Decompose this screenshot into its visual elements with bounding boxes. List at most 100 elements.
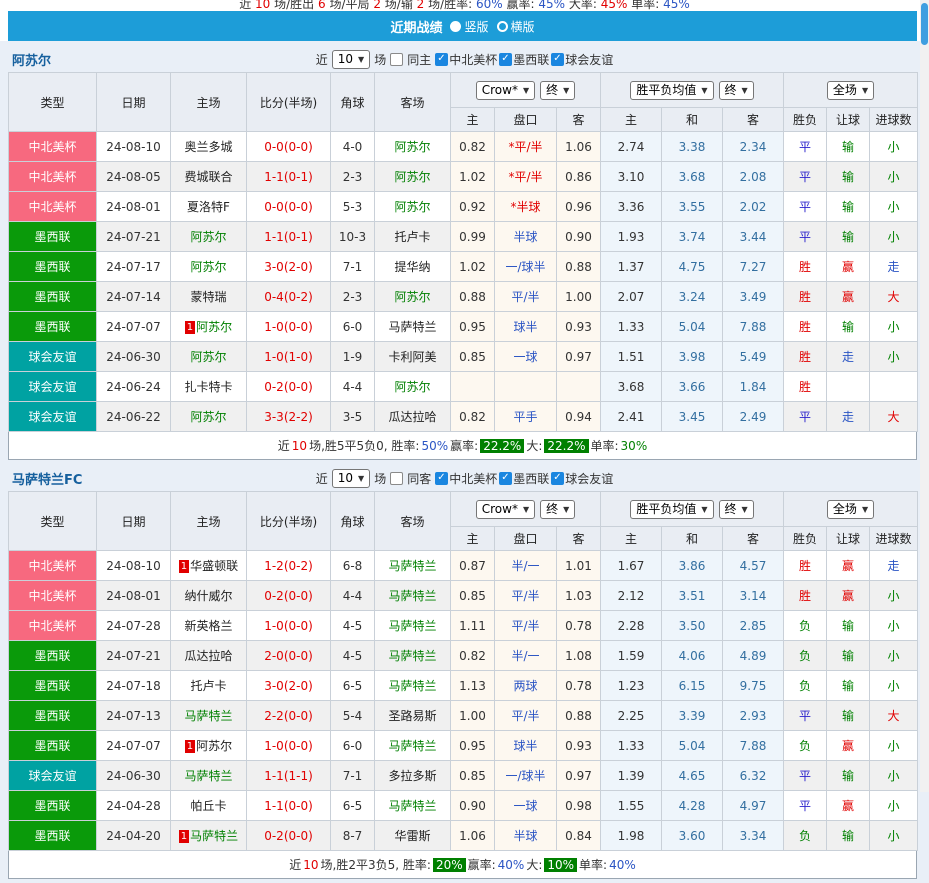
avg-draw-cell: 3.51: [662, 581, 723, 611]
handicap-line-cell: *半球: [495, 192, 557, 222]
score-cell: 0-4(0-2): [247, 282, 331, 312]
col-goals: 进球数: [870, 527, 918, 551]
avg-final-select[interactable]: 终▼: [719, 81, 754, 100]
goals-result-cell: 大: [870, 402, 918, 432]
top-note-part: 赢率:: [503, 0, 539, 11]
scope-group-header: 全场▼: [784, 492, 918, 527]
handicap-result-cell: 走: [827, 342, 870, 372]
corner-cell: 1-9: [331, 342, 375, 372]
team-text: 夏洛特F: [187, 200, 230, 214]
odds-final-select[interactable]: 终▼: [540, 500, 575, 519]
home-team-cell: 马萨特兰: [171, 701, 247, 731]
home-team-cell: 阿苏尔: [171, 342, 247, 372]
avg-home-cell: 1.55: [601, 791, 662, 821]
rank-badge: 1: [179, 830, 189, 843]
avg-final-select[interactable]: 终▼: [719, 500, 754, 519]
league-checkbox[interactable]: [435, 472, 448, 485]
odds-group-header: Crow*▼ 终▼: [451, 492, 601, 527]
home-team-cell: 1阿苏尔: [171, 731, 247, 761]
avg-type-select[interactable]: 胜平负均值▼: [630, 81, 713, 100]
col-odds-away: 客: [557, 108, 601, 132]
odds-company-select[interactable]: Crow*▼: [476, 81, 535, 100]
same-venue-checkbox[interactable]: [390, 472, 403, 485]
team-text: 华盛顿联: [190, 559, 238, 573]
away-team-cell: 阿苏尔: [375, 282, 451, 312]
recent-record-title: 近期战绩: [390, 17, 442, 36]
chevron-down-icon: ▼: [701, 83, 707, 98]
matches-label: 场: [374, 51, 386, 68]
col-type: 类型: [9, 73, 97, 132]
summary-text: 近: [289, 856, 301, 873]
scope-select[interactable]: 全场▼: [827, 81, 874, 100]
avg-home-cell: 2.12: [601, 581, 662, 611]
match-count-select[interactable]: 10▼: [332, 469, 370, 488]
home-odds-cell: 0.92: [451, 192, 495, 222]
league-cell: 球会友谊: [9, 761, 97, 791]
col-odds-away: 客: [557, 527, 601, 551]
team-text: 阿苏尔: [394, 290, 430, 304]
corner-cell: 2-3: [331, 162, 375, 192]
radio-unselected-icon[interactable]: [497, 21, 508, 32]
handicap-line-cell: 球半: [495, 731, 557, 761]
rank-badge: 1: [185, 740, 195, 753]
odds-final-select[interactable]: 终▼: [540, 81, 575, 100]
same-venue-checkbox[interactable]: [390, 53, 403, 66]
league-checkbox[interactable]: [499, 472, 512, 485]
top-note-part: 场/平局: [326, 0, 374, 11]
col-avg-draw: 和: [662, 527, 723, 551]
team-text: 阿苏尔: [196, 739, 232, 753]
league-checkbox[interactable]: [551, 472, 564, 485]
avg-away-cell: 4.89: [723, 641, 784, 671]
same-venue-label: 同客: [407, 470, 431, 487]
team-text: 阿苏尔: [190, 410, 226, 424]
league-filter-group: 中北美杯墨西联球会友谊: [435, 470, 613, 487]
col-result: 胜负: [784, 527, 827, 551]
avg-group-header: 胜平负均值▼ 终▼: [601, 492, 784, 527]
home-team-cell: 蒙特瑞: [171, 282, 247, 312]
avg-home-cell: 1.93: [601, 222, 662, 252]
col-handicap: 让球: [827, 108, 870, 132]
date-cell: 24-08-10: [97, 132, 171, 162]
league-checkbox[interactable]: [499, 53, 512, 66]
layout-radio-vertical[interactable]: 竖版: [450, 18, 488, 35]
score-cell: 1-1(0-1): [247, 162, 331, 192]
home-team-cell: 1华盛顿联: [171, 551, 247, 581]
home-team-cell: 托卢卡: [171, 671, 247, 701]
result-cell: 胜: [784, 282, 827, 312]
away-odds-cell: 0.84: [557, 821, 601, 851]
handicap-line-cell: [495, 372, 557, 402]
top-stats-strip: 近 10 场/胜出 6 场/平局 2 场/输 2 场/胜率: 60% 赢率: 4…: [0, 0, 929, 11]
scope-select[interactable]: 全场▼: [827, 500, 874, 519]
chevron-down-icon: ▼: [742, 502, 748, 517]
odds-company-select[interactable]: Crow*▼: [476, 500, 535, 519]
top-note-part: 近: [239, 0, 255, 11]
radio-selected-icon[interactable]: [450, 21, 461, 32]
league-cell: 墨西联: [9, 312, 97, 342]
scrollbar-thumb[interactable]: [921, 3, 928, 45]
league-cell: 墨西联: [9, 252, 97, 282]
away-team-cell: 阿苏尔: [375, 372, 451, 402]
away-odds-cell: 0.93: [557, 312, 601, 342]
avg-away-cell: 2.02: [723, 192, 784, 222]
league-checkbox[interactable]: [551, 53, 564, 66]
top-note-part: 10: [255, 0, 270, 11]
avg-draw-cell: 3.68: [662, 162, 723, 192]
home-team-cell: 马萨特兰: [171, 761, 247, 791]
handicap-line-cell: 一/球半: [495, 761, 557, 791]
league-cell: 球会友谊: [9, 402, 97, 432]
vertical-scrollbar[interactable]: [920, 0, 929, 792]
goals-result-cell: 大: [870, 282, 918, 312]
league-cell: 中北美杯: [9, 132, 97, 162]
avg-home-cell: 2.28: [601, 611, 662, 641]
rank-badge: 1: [179, 560, 189, 573]
handicap-line-cell: 平/半: [495, 581, 557, 611]
layout-radio-horizontal[interactable]: 横版: [497, 18, 535, 35]
match-count-select[interactable]: 10▼: [332, 50, 370, 69]
score-cell: 0-2(0-0): [247, 821, 331, 851]
league-checkbox[interactable]: [435, 53, 448, 66]
handicap-result-cell: 赢: [827, 791, 870, 821]
team-text: 瓜达拉哈: [184, 649, 232, 663]
avg-type-select[interactable]: 胜平负均值▼: [630, 500, 713, 519]
corner-cell: 2-3: [331, 282, 375, 312]
avg-away-cell: 3.44: [723, 222, 784, 252]
